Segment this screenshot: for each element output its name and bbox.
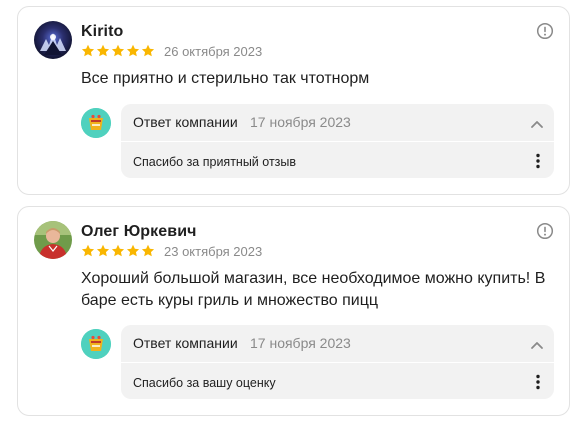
company-logo [81, 329, 111, 359]
company-reply: Ответ компании 17 ноября 2023 Спасибо за… [121, 104, 554, 178]
review-date: 23 октября 2023 [164, 243, 263, 259]
review-author[interactable]: Kirito [81, 23, 123, 41]
star-icon [96, 44, 110, 57]
star-icon [111, 244, 125, 257]
reply-date: 17 ноября 2023 [250, 335, 351, 351]
star-icon [126, 44, 140, 57]
reply-title: Ответ компании [133, 114, 238, 130]
review-date: 26 октября 2023 [164, 43, 263, 59]
reply-text: Спасибо за приятный отзыв [133, 155, 297, 169]
review-text: Хороший большой магазин, все необходимое… [81, 270, 546, 309]
vertical-ellipsis-icon[interactable] [532, 373, 544, 391]
rating-stars [81, 244, 155, 258]
review-card: Олег Юркевич 23 октября 2023 Хороший бол… [17, 206, 570, 416]
user-avatar[interactable] [34, 221, 72, 259]
chevron-up-icon[interactable] [530, 337, 544, 349]
star-icon [81, 244, 95, 257]
review-meta: 23 октября 2023 [81, 243, 262, 259]
user-avatar[interactable] [34, 21, 72, 59]
reply-toggle[interactable]: Ответ компании 17 ноября 2023 [121, 104, 554, 140]
star-icon [141, 244, 155, 257]
chevron-up-icon[interactable] [530, 116, 544, 128]
star-icon [81, 44, 95, 57]
star-icon [141, 44, 155, 57]
reply-date: 17 ноября 2023 [250, 114, 351, 130]
company-reply: Ответ компании 17 ноября 2023 Спасибо за… [121, 325, 554, 399]
reply-body: Спасибо за приятный отзыв [121, 141, 554, 178]
review-card: Kirito 26 октября 2023 Все приятно и сте… [17, 6, 570, 195]
reply-toggle[interactable]: Ответ компании 17 ноября 2023 [121, 325, 554, 361]
review-text: Все приятно и стерильно так чтотнорм [81, 70, 370, 87]
star-icon [96, 244, 110, 257]
info-icon[interactable] [536, 222, 554, 240]
review-meta: 26 октября 2023 [81, 43, 262, 59]
company-logo [81, 108, 111, 138]
reply-text: Спасибо за вашу оценку [133, 376, 276, 390]
review-author[interactable]: Олег Юркевич [81, 223, 197, 241]
reply-body: Спасибо за вашу оценку [121, 362, 554, 399]
vertical-ellipsis-icon[interactable] [532, 152, 544, 170]
info-icon[interactable] [536, 22, 554, 40]
star-icon [126, 244, 140, 257]
star-icon [111, 44, 125, 57]
reply-title: Ответ компании [133, 335, 238, 351]
rating-stars [81, 44, 155, 58]
